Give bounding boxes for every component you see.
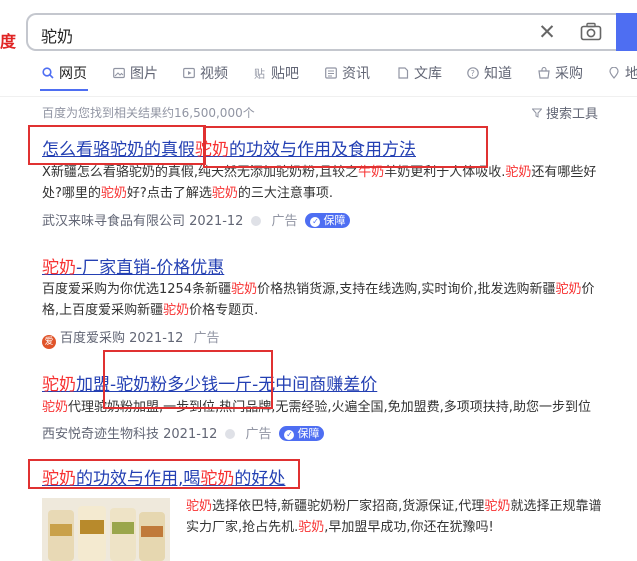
tab-map[interactable]: 地 (608, 64, 637, 86)
news-icon (325, 67, 337, 79)
baidu-logo-fragment[interactable]: 度 (0, 28, 16, 52)
divider (0, 96, 637, 97)
result-4-title[interactable]: 驼奶的功效与作用,喝驼奶的好处 (42, 464, 285, 489)
snippet-line: X新疆怎么看骆驼奶的真假,纯天然无添加驼奶粉,且较之牛奶羊奶更利于人体吸收.驼奶… (42, 165, 597, 180)
result-2-source: 爱百度爱采购 2021-12 广告 (42, 327, 219, 349)
tieba-icon: 贴 (254, 67, 265, 79)
guarantee-badge[interactable]: ✓ 保障 (279, 426, 325, 441)
filter-icon (532, 108, 542, 118)
camera-icon[interactable] (580, 22, 602, 42)
tab-zhidao[interactable]: ? 知道 (467, 64, 512, 86)
guarantee-badge[interactable]: ✓ 保障 (305, 213, 351, 228)
svg-text:?: ? (471, 69, 475, 78)
check-icon: ✓ (284, 430, 295, 440)
tab-news[interactable]: 资讯 (325, 64, 370, 86)
document-icon (398, 67, 409, 79)
clear-icon[interactable]: ✕ (536, 21, 558, 43)
snippet-line: 驼奶选择依巴特,新疆驼奶粉厂家招商,货源保证,代理驼奶就选择正规靠谱 (186, 499, 602, 514)
results-count: 百度为您找到相关结果约16,500,000个 (42, 106, 255, 120)
video-icon (183, 67, 195, 79)
snippet-line: 百度爱采购为你优选1254条新疆驼奶价格热销货源,支持在线选购,实时询价,批发选… (42, 282, 595, 297)
ad-label: 广告 (271, 214, 298, 229)
snippet-line: 驼奶代理驼奶粉加盟,一步到位,热门品牌,无需经验,火遍全国,免加盟费,多项项扶持… (42, 400, 591, 415)
ad-label: 广告 (245, 427, 272, 442)
tab-video[interactable]: 视频 (183, 64, 228, 86)
result-1-snippet: X新疆怎么看骆驼奶的真假,纯天然无添加驼奶粉,且较之牛奶羊奶更利于人体吸收.驼奶… (42, 162, 622, 204)
tab-web[interactable]: 网页 (42, 64, 87, 86)
tab-tieba[interactable]: 贴贴吧 (254, 64, 299, 86)
active-tab-indicator (40, 89, 88, 91)
snippet-line: 实力厂家,抢占先机.驼奶,早加盟早成功,你还在犹豫吗! (186, 520, 494, 535)
shield-icon (251, 216, 262, 226)
shop-icon (538, 67, 550, 79)
check-icon: ✓ (310, 217, 321, 227)
result-2-title[interactable]: 驼奶-厂家直销-价格优惠 (42, 253, 224, 278)
result-2-snippet: 百度爱采购为你优选1254条新疆驼奶价格热销货源,支持在线选购,实时询价,批发选… (42, 279, 622, 321)
image-icon (113, 67, 125, 79)
aicaigou-logo-icon: 爱 (42, 335, 56, 349)
result-3-title[interactable]: 驼奶加盟-驼奶粉多少钱一斤-无中间商赚差价 (42, 370, 377, 395)
tab-images[interactable]: 图片 (113, 64, 158, 86)
result-4-snippet: 驼奶选择依巴特,新疆驼奶粉厂家招商,货源保证,代理驼奶就选择正规靠谱 实力厂家,… (186, 496, 626, 538)
question-icon: ? (467, 67, 479, 79)
snippet-line: 处?哪里的驼奶好?点击了解选驼奶的三大注意事项. (42, 186, 333, 201)
result-3-source: 西安悦奇迹生物科技 2021-12 广告 ✓ 保障 (42, 423, 325, 442)
search-tools-button[interactable]: 搜索工具 (532, 103, 598, 122)
tab-caigou[interactable]: 采购 (538, 64, 583, 86)
product-image (42, 498, 170, 561)
result-3-snippet: 驼奶代理驼奶粉加盟,一步到位,热门品牌,无需经验,火遍全国,免加盟费,多项项扶持… (42, 397, 632, 418)
shield-icon (225, 429, 236, 439)
svg-text:贴: 贴 (254, 67, 265, 79)
snippet-line: 格,上百度爱采购新疆驼奶价格专题页. (42, 303, 259, 318)
ad-label: 广告 (193, 331, 220, 346)
result-1-source: 武汉来味寻食品有限公司 2021-12 广告 ✓ 保障 (42, 210, 351, 229)
result-4-thumbnail[interactable] (42, 498, 170, 561)
search-box[interactable]: 驼奶 ✕ (26, 13, 616, 51)
search-button[interactable] (616, 13, 637, 51)
tab-wenku[interactable]: 文库 (397, 64, 442, 86)
search-icon (42, 67, 54, 79)
map-icon (609, 67, 619, 79)
result-1-title[interactable]: 怎么看骆驼奶的真假驼奶的功效与作用及食用方法 (42, 135, 416, 160)
search-input[interactable]: 驼奶 (41, 23, 73, 47)
